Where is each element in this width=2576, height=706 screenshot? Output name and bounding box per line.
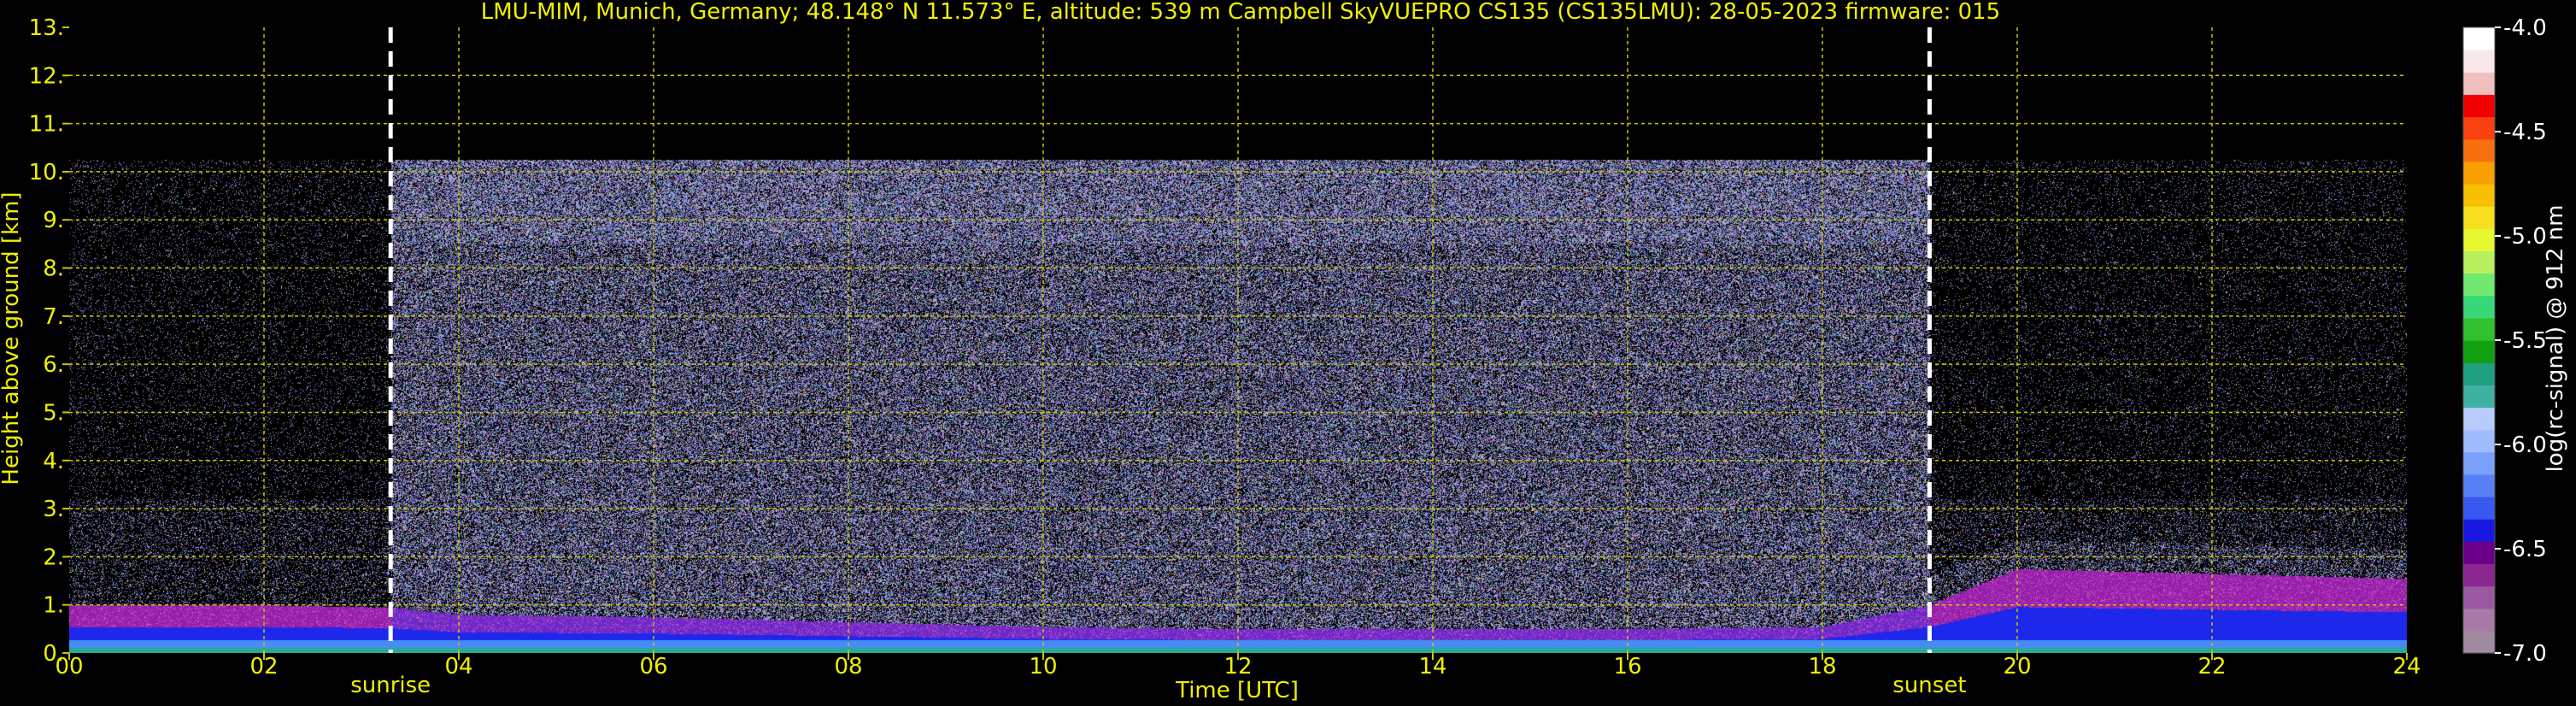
annotation-label-sunset: sunset (1892, 673, 1966, 698)
colorbar-segment (2463, 519, 2495, 542)
colorbar-segment (2463, 429, 2495, 453)
colorbar-tick-label: -5.0 (2503, 224, 2547, 250)
colorbar-tick-label: -4.5 (2503, 120, 2547, 145)
colorbar-segment (2463, 72, 2495, 96)
colorbar-tick-label: -6.0 (2503, 432, 2547, 458)
y-tick-label: 5. (43, 400, 64, 426)
y-tick-label: 8. (43, 256, 64, 282)
x-tick-label: 22 (2198, 654, 2226, 680)
colorbar-segment (2463, 138, 2495, 162)
y-tick-label: 2. (43, 544, 64, 570)
colorbar-segment (2463, 228, 2495, 252)
colorbar-segment (2463, 541, 2495, 565)
y-tick-label: 6. (43, 352, 64, 378)
colorbar-segment (2463, 385, 2495, 409)
colorbar-tick-label: -4.0 (2503, 15, 2547, 41)
y-axis-label: Height above ground [km] (0, 191, 24, 485)
x-tick-label: 04 (444, 654, 472, 680)
x-tick-label: 16 (1613, 654, 1641, 680)
colorbar-segment (2463, 474, 2495, 497)
y-tick-label: 11. (29, 112, 64, 138)
x-tick-label: 12 (1223, 654, 1252, 680)
heatmap-canvas-wrap (69, 27, 2407, 653)
chart-title: LMU-MIM, Munich, Germany; 48.148° N 11.5… (481, 0, 2000, 25)
colorbar-segment (2463, 273, 2495, 297)
colorbar-segment (2463, 317, 2495, 341)
colorbar-segment (2463, 362, 2495, 385)
colorbar-segment (2463, 250, 2495, 274)
colorbar-segment (2463, 585, 2495, 609)
colorbar-segment (2463, 608, 2495, 632)
colorbar-segment (2463, 206, 2495, 229)
colorbar-segment (2463, 497, 2495, 520)
x-tick-label: 14 (1418, 654, 1446, 680)
colorbar-segment (2463, 161, 2495, 185)
y-tick-label: 1. (43, 593, 64, 619)
x-tick-label: 06 (639, 654, 667, 680)
colorbar-tick-label: -5.5 (2503, 328, 2547, 354)
colorbar-segment (2463, 116, 2495, 140)
heatmap-canvas (69, 27, 2407, 653)
backscatter-heatmap (69, 27, 2407, 653)
colorbar-segment (2463, 27, 2495, 50)
x-tick-label: 10 (1029, 654, 1057, 680)
y-tick-label: 4. (43, 449, 64, 474)
colorbar-segment (2463, 407, 2495, 431)
y-tick-label: 12. (29, 63, 64, 89)
y-tick-label: 9. (43, 208, 64, 233)
y-tick-label: 7. (43, 304, 64, 330)
y-tick-label: 13. (29, 15, 64, 41)
colorbar-tick-label: -7.0 (2503, 641, 2547, 667)
y-tick-label: 3. (43, 497, 64, 522)
colorbar-segment (2463, 630, 2495, 654)
annotation-label-sunrise: sunrise (350, 673, 431, 698)
colorbar-segment (2463, 94, 2495, 118)
colorbar-segment (2463, 50, 2495, 73)
x-tick-label: 24 (2392, 654, 2421, 680)
colorbar-label: log(rc-signal) @ 912 nm (2543, 205, 2568, 473)
colorbar-segment (2463, 340, 2495, 363)
x-tick-label: 18 (1808, 654, 1836, 680)
y-tick-label: 0. (43, 641, 64, 667)
colorbar-segment (2463, 184, 2495, 207)
ceilometer-chart: LMU-MIM, Munich, Germany; 48.148° N 11.5… (0, 0, 2576, 706)
colorbar-segment (2463, 295, 2495, 319)
colorbar-tick-label: -6.5 (2503, 537, 2547, 562)
x-tick-label: 20 (2003, 654, 2031, 680)
x-tick-label: 02 (249, 654, 278, 680)
x-axis-label: Time [UTC] (1175, 678, 1299, 703)
colorbar-segment (2463, 563, 2495, 587)
colorbar-segment (2463, 451, 2495, 475)
y-tick-label: 10. (29, 160, 64, 185)
x-tick-label: 08 (834, 654, 862, 680)
